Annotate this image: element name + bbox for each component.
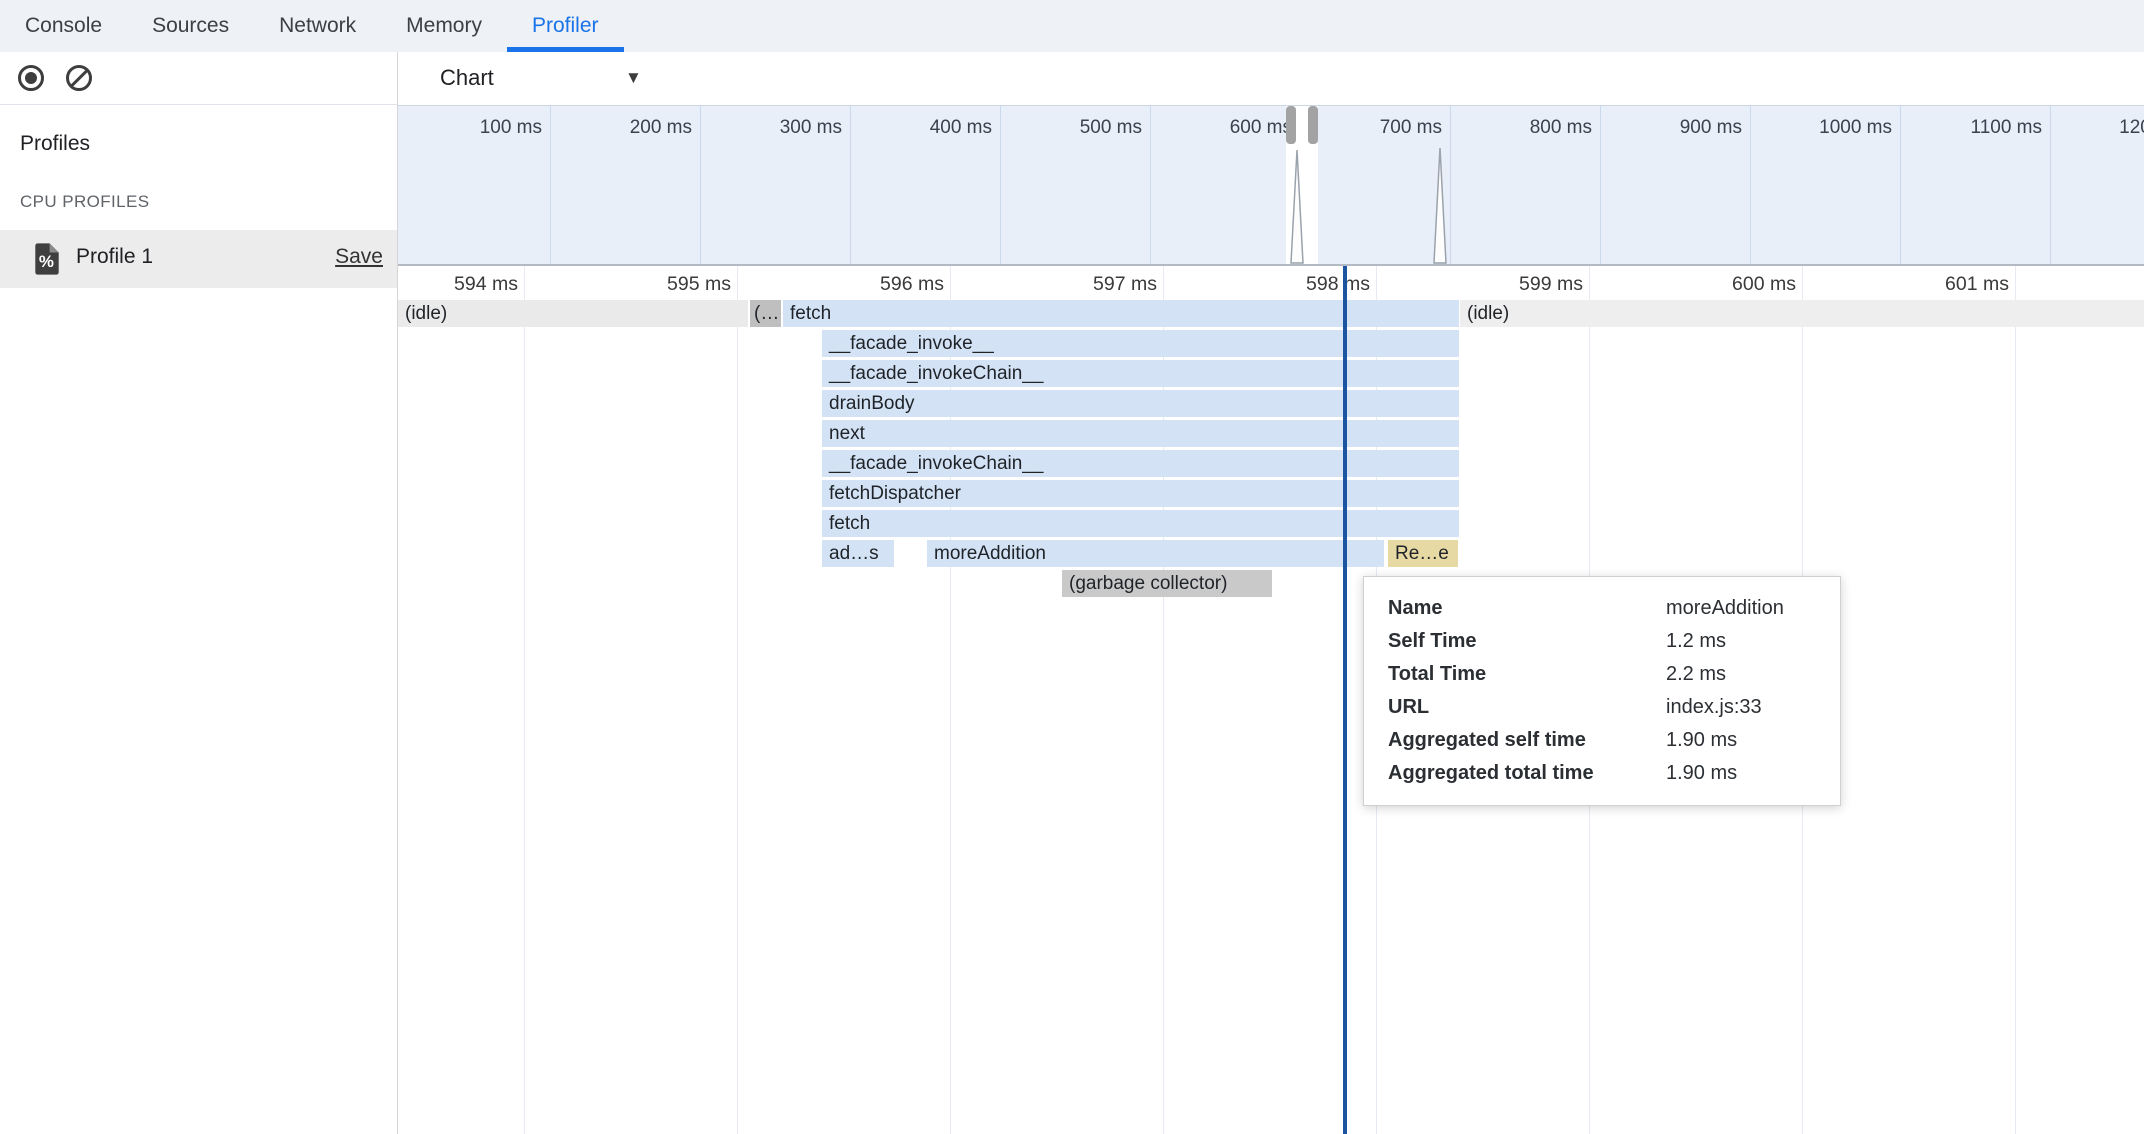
tooltip-label: URL bbox=[1388, 696, 1666, 719]
tooltip-value: 1.90 ms bbox=[1666, 762, 1840, 785]
profile-list-item[interactable]: % Profile 1 Save bbox=[0, 230, 397, 288]
tab-console[interactable]: Console bbox=[0, 0, 127, 52]
tooltip-label: Self Time bbox=[1388, 630, 1666, 653]
detail-gridline bbox=[524, 266, 525, 1134]
tooltip-label: Aggregated total time bbox=[1388, 762, 1666, 785]
detail-gridline bbox=[737, 266, 738, 1134]
detail-tick-label: 599 ms bbox=[1519, 273, 1583, 296]
playhead-marker bbox=[1343, 266, 1347, 1134]
flame-bar-facade-invoke[interactable]: __facade_invoke__ bbox=[822, 330, 1459, 357]
flame-bar-program[interactable]: (… bbox=[750, 300, 781, 327]
tooltip-value: index.js:33 bbox=[1666, 696, 1840, 719]
timeline-overview[interactable]: 100 ms 200 ms 300 ms 400 ms 500 ms 600 m… bbox=[398, 106, 2144, 266]
flame-bar-fetch[interactable]: fetch bbox=[783, 300, 1459, 327]
flame-bar-truncated[interactable]: ad…s bbox=[822, 540, 894, 567]
flame-bar-native[interactable]: Re…e bbox=[1388, 540, 1458, 567]
flame-bar-garbage-collector[interactable]: (garbage collector) bbox=[1062, 570, 1272, 597]
tooltip-value: moreAddition bbox=[1666, 597, 1840, 620]
devtools-tab-bar: Console Sources Network Memory Profiler bbox=[0, 0, 2144, 53]
tooltip-value: 1.2 ms bbox=[1666, 630, 1840, 653]
flame-bar-fetchdispatcher[interactable]: fetchDispatcher bbox=[822, 480, 1459, 507]
detail-tick-label: 597 ms bbox=[1093, 273, 1157, 296]
detail-tick-label: 600 ms bbox=[1732, 273, 1796, 296]
tooltip-label: Total Time bbox=[1388, 663, 1666, 686]
tooltip-value: 2.2 ms bbox=[1666, 663, 1840, 686]
clear-profiles-button[interactable] bbox=[66, 65, 92, 91]
selection-handle-right[interactable] bbox=[1308, 106, 1318, 144]
detail-tick-label: 598 ms bbox=[1306, 273, 1370, 296]
profile-document-icon: % bbox=[34, 243, 60, 275]
profiles-sidebar: Profiles CPU PROFILES % Profile 1 Save bbox=[0, 52, 398, 1134]
tab-memory[interactable]: Memory bbox=[381, 0, 507, 52]
tab-network[interactable]: Network bbox=[254, 0, 381, 52]
tab-profiler[interactable]: Profiler bbox=[507, 0, 624, 52]
flame-bar-idle[interactable]: (idle) bbox=[398, 300, 748, 327]
tab-sources[interactable]: Sources bbox=[127, 0, 254, 52]
view-mode-value: Chart bbox=[440, 65, 494, 91]
selection-handle-left[interactable] bbox=[1286, 106, 1296, 144]
profiles-toolbar bbox=[0, 52, 397, 105]
detail-tick-label: 594 ms bbox=[454, 273, 518, 296]
detail-tick-label: 601 ms bbox=[1945, 273, 2009, 296]
detail-tick-label: 596 ms bbox=[880, 273, 944, 296]
frame-details-tooltip: Name moreAddition Self Time 1.2 ms Total… bbox=[1363, 576, 1841, 806]
flame-chart[interactable]: 594 ms 595 ms 596 ms 597 ms 598 ms 599 m… bbox=[398, 266, 2144, 1134]
detail-gridline bbox=[2015, 266, 2016, 1134]
cpu-profiles-section-heading: CPU PROFILES bbox=[20, 192, 150, 212]
cpu-activity-spikes bbox=[398, 106, 2144, 264]
detail-tick-label: 595 ms bbox=[667, 273, 731, 296]
flame-bar-facade-invokechain[interactable]: __facade_invokeChain__ bbox=[822, 450, 1459, 477]
tooltip-label: Name bbox=[1388, 597, 1666, 620]
flame-bar-drainbody[interactable]: drainBody bbox=[822, 390, 1459, 417]
record-profile-button[interactable] bbox=[18, 65, 44, 91]
flame-bar-next[interactable]: next bbox=[822, 420, 1459, 447]
tooltip-value: 1.90 ms bbox=[1666, 729, 1840, 752]
flame-bar-moreaddition[interactable]: moreAddition bbox=[927, 540, 1384, 567]
flame-bar-facade-invokechain[interactable]: __facade_invokeChain__ bbox=[822, 360, 1459, 387]
devtools-profiler-panel: Console Sources Network Memory Profiler … bbox=[0, 0, 2144, 1134]
percent-glyph: % bbox=[39, 252, 54, 271]
flame-bar-fetch[interactable]: fetch bbox=[822, 510, 1459, 537]
save-profile-link[interactable]: Save bbox=[335, 245, 383, 269]
profiles-heading: Profiles bbox=[20, 132, 90, 156]
view-mode-select[interactable]: Chart ▼ bbox=[398, 52, 688, 105]
flame-bar-idle[interactable]: (idle) bbox=[1460, 300, 2144, 327]
tooltip-label: Aggregated self time bbox=[1388, 729, 1666, 752]
dropdown-caret-icon: ▼ bbox=[625, 68, 642, 88]
profile-name: Profile 1 bbox=[76, 245, 153, 269]
profiler-view-toolbar: Chart ▼ bbox=[398, 52, 2144, 106]
